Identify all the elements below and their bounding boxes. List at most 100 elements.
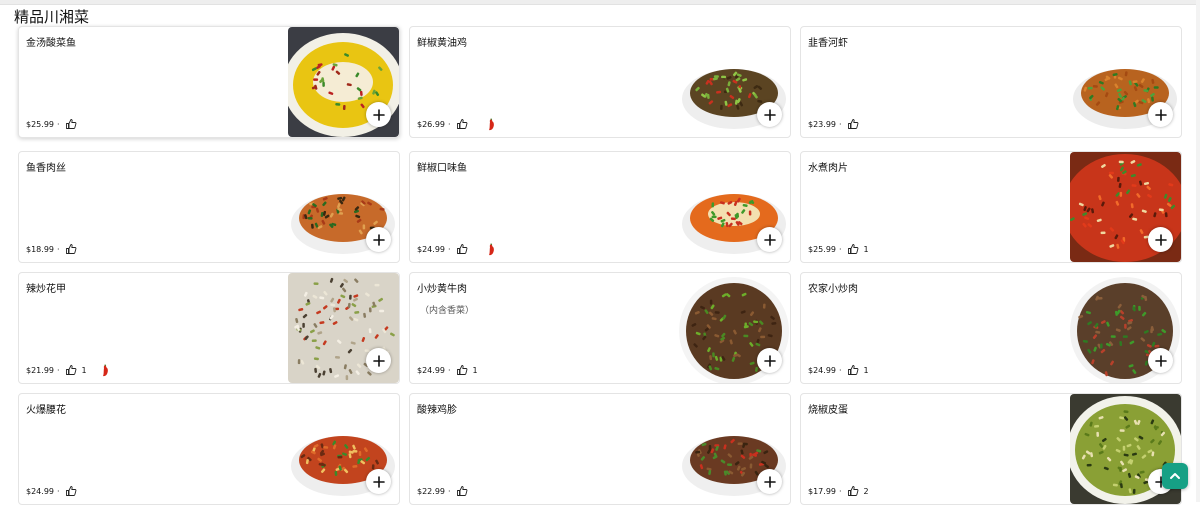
dish-meta: $25.99 · (26, 118, 82, 130)
like-count: 1 (863, 244, 869, 254)
dish-name: 火爆腰花 (26, 405, 66, 416)
dish-note: （内含香菜） (420, 306, 475, 316)
add-to-cart-button[interactable] (366, 227, 391, 252)
thumbs-up-icon[interactable] (456, 243, 468, 255)
dish-meta: $24.99 · (26, 485, 82, 497)
dish-price: $17.99 (808, 486, 836, 496)
add-to-cart-button[interactable] (1148, 348, 1173, 373)
add-to-cart-button[interactable] (757, 469, 782, 494)
plus-icon (1154, 354, 1167, 367)
dish-name: 鲜椒黄油鸡 (417, 38, 467, 49)
menu-item-card[interactable]: 火爆腰花 $24.99 · (18, 393, 400, 505)
meta-separator: · (448, 365, 451, 375)
chili-icon (486, 242, 496, 256)
like-count: 1 (472, 365, 478, 375)
dish-name: 韭香河虾 (808, 38, 848, 49)
plus-icon (763, 108, 776, 121)
thumbs-up-icon[interactable] (65, 364, 77, 376)
dish-price: $24.99 (417, 244, 445, 254)
meta-separator: · (839, 119, 842, 129)
thumbs-up-icon[interactable] (847, 485, 859, 497)
dish-meta: $24.99 · 1 (417, 364, 478, 376)
dish-name: 鲜椒口味鱼 (417, 163, 467, 174)
dish-meta: $24.99 · (417, 242, 496, 256)
dish-price: $18.99 (26, 244, 54, 254)
menu-item-card[interactable]: 金汤酸菜鱼 $25.99 · (18, 26, 400, 138)
menu-item-card[interactable]: 鲜椒黄油鸡 $26.99 · (409, 26, 791, 138)
dish-name: 水煮肉片 (808, 163, 848, 174)
thumbs-up-icon[interactable] (65, 485, 77, 497)
dish-meta: $24.99 · 1 (808, 364, 869, 376)
menu-item-card[interactable]: 鲜椒口味鱼 $24.99 · (409, 151, 791, 263)
plus-icon (1154, 108, 1167, 121)
thumbs-up-icon[interactable] (65, 243, 77, 255)
dish-name: 辣炒花甲 (26, 284, 66, 295)
add-to-cart-button[interactable] (1148, 102, 1173, 127)
dish-meta: $18.99 · (26, 243, 82, 255)
thumbs-up-icon[interactable] (456, 485, 468, 497)
meta-separator: · (57, 119, 60, 129)
dish-price: $26.99 (417, 119, 445, 129)
menu-item-card[interactable]: 酸辣鸡胗 $22.99 · (409, 393, 791, 505)
add-to-cart-button[interactable] (366, 102, 391, 127)
menu-item-card[interactable]: 农家小炒肉 $24.99 · 1 (800, 272, 1182, 384)
dish-name: 烧椒皮蛋 (808, 405, 848, 416)
dish-price: $21.99 (26, 365, 54, 375)
add-to-cart-button[interactable] (366, 469, 391, 494)
add-to-cart-button[interactable] (757, 102, 782, 127)
dish-meta: $26.99 · (417, 117, 496, 130)
plus-icon (372, 354, 385, 367)
like-count: 2 (863, 486, 869, 496)
dish-price: $25.99 (808, 244, 836, 254)
thumbs-up-icon[interactable] (847, 364, 859, 376)
like-count: 1 (81, 365, 87, 375)
add-to-cart-button[interactable] (757, 348, 782, 373)
menu-item-card[interactable]: 小炒黄牛肉 （内含香菜） $24.99 · 1 (409, 272, 791, 384)
dish-name: 金汤酸菜鱼 (26, 38, 76, 49)
section-title: 精品川湘菜 (14, 8, 90, 26)
thumbs-up-icon[interactable] (847, 118, 859, 130)
plus-icon (372, 233, 385, 246)
meta-separator: · (839, 365, 842, 375)
dish-meta: $23.99 · (808, 118, 864, 130)
menu-item-card[interactable]: 鱼香肉丝 $18.99 · (18, 151, 400, 263)
plus-icon (372, 108, 385, 121)
top-divider (0, 0, 1200, 5)
dish-meta: $21.99 · 1 (26, 363, 110, 377)
add-to-cart-button[interactable] (366, 348, 391, 373)
dish-meta: $22.99 · (417, 485, 473, 497)
meta-separator: · (57, 244, 60, 254)
add-to-cart-button[interactable] (757, 227, 782, 252)
dish-price: $22.99 (417, 486, 445, 496)
meta-separator: · (448, 486, 451, 496)
plus-icon (763, 354, 776, 367)
meta-separator: · (839, 244, 842, 254)
dish-price: $24.99 (808, 365, 836, 375)
scroll-to-top-button[interactable] (1162, 463, 1188, 489)
chevron-up-icon (1170, 473, 1180, 479)
thumbs-up-icon[interactable] (847, 243, 859, 255)
menu-item-card[interactable]: 水煮肉片 $25.99 · 1 (800, 151, 1182, 263)
dish-meta: $17.99 · 2 (808, 485, 869, 497)
dish-price: $24.99 (26, 486, 54, 496)
dish-price: $23.99 (808, 119, 836, 129)
page-scrollbar[interactable] (1196, 0, 1200, 502)
dish-name: 酸辣鸡胗 (417, 405, 457, 416)
menu-item-card[interactable]: 辣炒花甲 $21.99 · 1 (18, 272, 400, 384)
meta-separator: · (448, 244, 451, 254)
meta-separator: · (448, 119, 451, 129)
menu-item-card[interactable]: 韭香河虾 $23.99 · (800, 26, 1182, 138)
plus-icon (763, 233, 776, 246)
dish-name: 鱼香肉丝 (26, 163, 66, 174)
menu-item-card[interactable]: 烧椒皮蛋 $17.99 · 2 (800, 393, 1182, 505)
chili-icon (100, 363, 110, 377)
add-to-cart-button[interactable] (1148, 227, 1173, 252)
dish-price: $25.99 (26, 119, 54, 129)
thumbs-up-icon[interactable] (456, 118, 468, 130)
dish-name: 农家小炒肉 (808, 284, 858, 295)
thumbs-up-icon[interactable] (456, 364, 468, 376)
thumbs-up-icon[interactable] (65, 118, 77, 130)
plus-icon (763, 475, 776, 488)
meta-separator: · (57, 365, 60, 375)
plus-icon (372, 475, 385, 488)
